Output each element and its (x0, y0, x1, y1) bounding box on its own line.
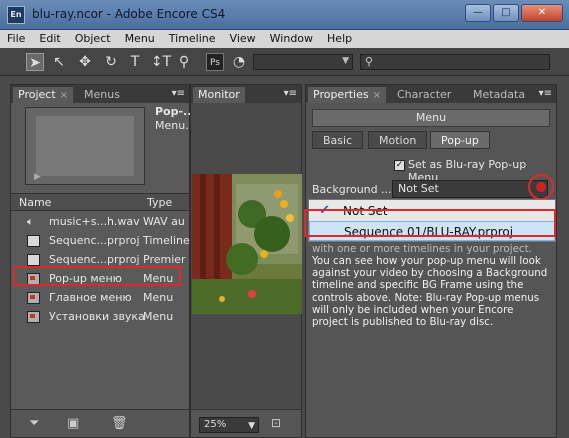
trash-icon[interactable]: 🗑︎ (111, 416, 128, 431)
text-tool-icon[interactable]: T (126, 53, 144, 71)
direct-select-tool-icon[interactable]: ↖ (50, 53, 68, 71)
properties-panel: Properties × Character Metadata ▾≡ Menu B… (304, 84, 557, 438)
window-title: blu-ray.ncor - Adobe Encore CS4 (32, 7, 226, 21)
project-panel: Project × Menus ▾≡ ▶ Pop-... Menu... Name… (10, 84, 196, 438)
list-item[interactable]: Главное меню Menu (11, 289, 189, 308)
bluray-popup-checkbox[interactable]: ✓ (394, 160, 405, 171)
minimize-button[interactable]: — (465, 4, 491, 22)
chevron-down-icon: ▼ (342, 56, 349, 66)
highlight-popup-menu-row (13, 266, 181, 286)
menu-help[interactable]: Help (320, 30, 359, 48)
panel-menu-icon[interactable]: ▾≡ (284, 88, 297, 99)
zoom-select[interactable]: 25% ▼ (199, 417, 259, 433)
rotate-tool-icon[interactable]: ↻ (102, 53, 120, 71)
menu-window[interactable]: Window (263, 30, 320, 48)
play-icon[interactable]: ▶ (34, 172, 41, 182)
subtab-motion[interactable]: Motion (368, 131, 428, 149)
garden-photo (192, 174, 302, 314)
close-icon[interactable]: × (60, 90, 68, 101)
subtab-popup[interactable]: Pop-up (430, 131, 490, 149)
list-item[interactable]: 🔈︎ music+s...h.wav WAV au (11, 213, 189, 232)
menu-menu[interactable]: Menu (118, 30, 162, 48)
menu-edit[interactable]: Edit (32, 30, 67, 48)
object-type-header: Menu (312, 109, 550, 127)
sequence-icon (27, 235, 40, 247)
menu-timeline[interactable]: Timeline (162, 30, 223, 48)
tab-monitor[interactable]: Monitor (193, 87, 245, 103)
tab-character[interactable]: Character (392, 87, 456, 103)
monitor-panel: Monitor ▾≡ 25% ▼ ⊡ (190, 84, 302, 438)
panel-menu-icon[interactable]: ▾≡ (172, 88, 185, 99)
zoom-tool-icon[interactable]: ⚲ (175, 53, 193, 71)
sequence-icon (27, 254, 40, 266)
search-icon: ⚲ (365, 55, 374, 68)
preview-thumbnail: ▶ (25, 107, 145, 185)
chevron-down-icon: ▼ (248, 421, 255, 431)
highlight-sequence-option (304, 209, 556, 237)
vertical-text-tool-icon[interactable]: ↕T (150, 53, 172, 71)
column-type[interactable]: Type (147, 196, 172, 209)
tab-menus[interactable]: Menus (79, 87, 125, 103)
audio-icon: 🔈︎ (27, 215, 34, 228)
safe-area-icon[interactable]: ⊡ (271, 416, 281, 430)
popup-help-text: with one or more timelines in your proje… (312, 243, 548, 329)
search-input[interactable]: ⚲ (360, 54, 550, 70)
highlight-circle (528, 174, 554, 200)
list-item[interactable]: Установки звука Menu (11, 308, 189, 327)
new-item-icon[interactable]: ▣ (67, 416, 79, 431)
selection-tool-icon[interactable]: ➤ (26, 53, 44, 71)
preview-icon[interactable]: ◔ (230, 53, 248, 71)
maximize-button[interactable]: □ (493, 4, 519, 22)
menu-icon (27, 292, 40, 304)
menu-file[interactable]: File (0, 30, 32, 48)
menu-icon (27, 311, 40, 323)
background-select[interactable]: Not Set (392, 180, 548, 198)
project-bottom-bar: ⏷ ▣ 🗑︎ (11, 409, 189, 437)
filter-icon[interactable]: ⏷ (29, 416, 39, 431)
background-label: Background ... (312, 183, 392, 196)
menu-bar: File Edit Object Menu Timeline View Wind… (0, 30, 569, 48)
window-controls: — □ ✕ (465, 4, 563, 22)
monitor-bottom-bar: 25% ▼ ⊡ (191, 409, 301, 437)
list-item[interactable]: Sequenc...prproj Timeline (11, 232, 190, 251)
photoshop-icon[interactable]: Ps (206, 53, 224, 71)
tab-properties[interactable]: Properties × (308, 87, 386, 103)
move-tool-icon[interactable]: ✥ (76, 53, 94, 71)
menu-object[interactable]: Object (68, 30, 118, 48)
toolbar-combo[interactable]: ▼ (253, 54, 353, 70)
panel-menu-icon[interactable]: ▾≡ (539, 88, 552, 99)
column-name[interactable]: Name (19, 196, 51, 209)
close-icon[interactable]: × (373, 90, 381, 101)
monitor-preview-image (192, 174, 302, 314)
tab-project[interactable]: Project × (13, 87, 74, 103)
subtab-basic[interactable]: Basic (312, 131, 364, 149)
title-bar: En blu-ray.ncor - Adobe Encore CS4 — □ ✕ (0, 0, 569, 30)
close-button[interactable]: ✕ (521, 4, 563, 22)
column-header: Name Type (11, 193, 189, 211)
menu-view[interactable]: View (223, 30, 263, 48)
tab-metadata[interactable]: Metadata (468, 87, 530, 103)
encore-app-icon: En (7, 6, 25, 24)
